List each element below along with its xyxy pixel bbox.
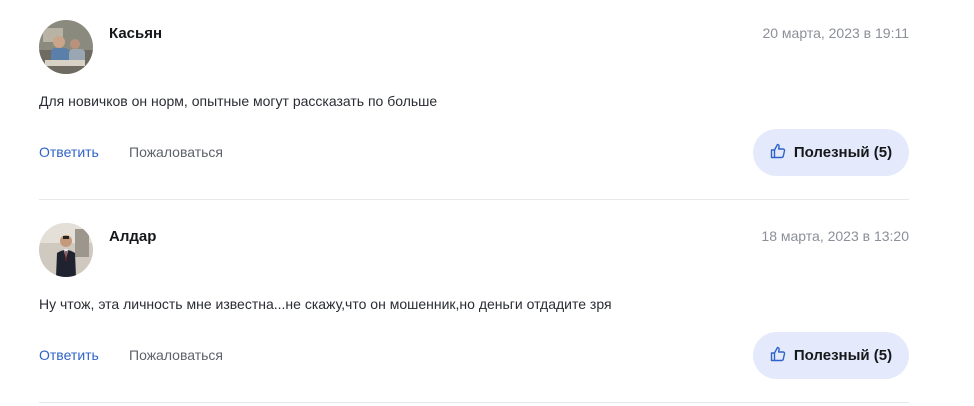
comment-date: 20 марта, 2023 в 19:11 bbox=[762, 25, 909, 41]
report-link[interactable]: Пожаловаться bbox=[129, 347, 223, 363]
comment-item: Алдар 18 марта, 2023 в 13:20 Ну чтож, эт… bbox=[39, 203, 909, 406]
comment-text: Для новичков он норм, опытные могут расс… bbox=[39, 93, 438, 109]
report-link[interactable]: Пожаловаться bbox=[129, 144, 223, 160]
avatar-photo-icon bbox=[39, 223, 93, 277]
comment-date: 18 марта, 2023 в 13:20 bbox=[761, 228, 909, 244]
comment-author: Алдар bbox=[109, 228, 157, 245]
comments-list: Касьян 20 марта, 2023 в 19:11 Для новичк… bbox=[0, 0, 974, 406]
comment-author: Касьян bbox=[109, 25, 163, 42]
divider bbox=[39, 402, 909, 403]
thumbs-up-icon bbox=[770, 143, 786, 163]
useful-button[interactable]: Полезный (5) bbox=[753, 129, 909, 176]
useful-label: Полезный (5) bbox=[793, 144, 893, 161]
useful-button[interactable]: Полезный (5) bbox=[753, 332, 909, 379]
thumbs-up-icon bbox=[770, 346, 786, 366]
comment-item: Касьян 20 марта, 2023 в 19:11 Для новичк… bbox=[39, 0, 909, 203]
avatar-photo-icon bbox=[39, 20, 93, 74]
reply-link[interactable]: Ответить bbox=[39, 347, 99, 363]
avatar[interactable] bbox=[39, 20, 93, 74]
comment-text: Ну чтож, эта личность мне известна...не … bbox=[39, 296, 612, 312]
divider bbox=[39, 199, 909, 200]
avatar[interactable] bbox=[39, 223, 93, 277]
reply-link[interactable]: Ответить bbox=[39, 144, 99, 160]
useful-label: Полезный (5) bbox=[793, 347, 893, 364]
